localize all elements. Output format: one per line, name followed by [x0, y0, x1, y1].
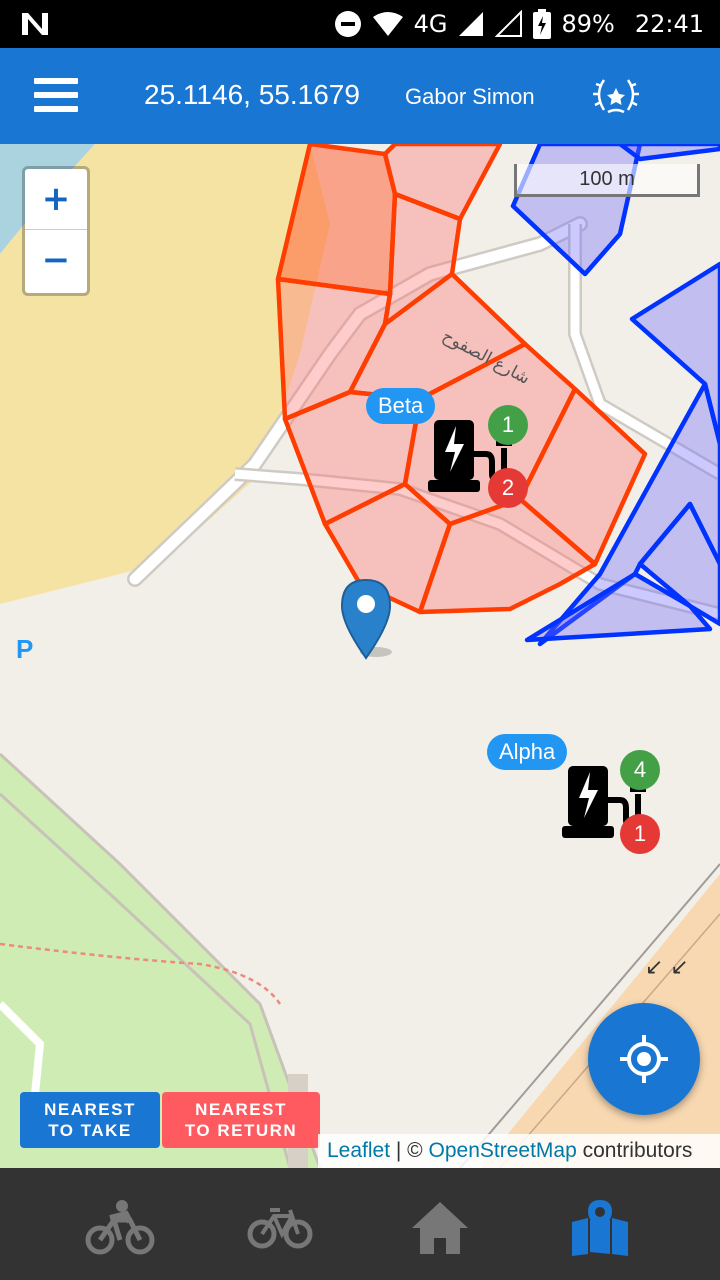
notification-n-icon — [22, 13, 48, 35]
nav-bicycle[interactable] — [240, 1200, 320, 1256]
location-coordinates: 25.1146, 55.1679 — [144, 79, 360, 110]
nav-cyclist[interactable] — [80, 1200, 160, 1256]
nearest-take-line1: NEAREST — [44, 1100, 136, 1119]
location-pin-icon[interactable] — [340, 578, 396, 662]
map-marker-icon — [572, 1200, 628, 1256]
openstreetmap-link[interactable]: OpenStreetMap — [429, 1139, 577, 1162]
nav-map[interactable] — [560, 1200, 640, 1256]
menu-icon-bar — [34, 78, 78, 84]
free-slots-badge: 1 — [620, 814, 660, 854]
nearest-return-line1: NEAREST — [195, 1100, 287, 1119]
cyclist-icon — [85, 1200, 155, 1255]
menu-icon-bar — [34, 92, 78, 98]
nearest-take-line2: TO TAKE — [48, 1121, 132, 1140]
menu-button[interactable] — [34, 78, 78, 114]
network-type: 4G — [413, 10, 448, 38]
status-bar: 4G 89% 22:41 — [0, 0, 720, 48]
signal-icon — [459, 12, 484, 36]
nearest-to-return-button[interactable]: NEAREST TO RETURN — [162, 1092, 320, 1148]
station-label-beta[interactable]: Beta — [366, 388, 436, 424]
available-bikes-badge: 1 — [488, 405, 528, 445]
clock: 22:41 — [634, 10, 704, 38]
home-icon — [412, 1202, 468, 1254]
nearest-return-line2: TO RETURN — [184, 1121, 298, 1140]
crosshair-icon — [620, 1035, 668, 1083]
user-name[interactable]: Gabor Simon — [405, 84, 535, 110]
map-scale: 100 m — [514, 164, 700, 197]
bicycle-icon — [247, 1208, 313, 1249]
battery-level: 89% — [561, 10, 615, 38]
zoom-control: + − — [22, 166, 90, 296]
wifi-icon — [372, 12, 403, 36]
attribution-suffix: contributors — [576, 1139, 693, 1162]
nav-home[interactable] — [400, 1200, 480, 1256]
station-label-alpha[interactable]: Alpha — [487, 734, 568, 770]
available-bikes-badge: 4 — [620, 750, 660, 790]
leaflet-link[interactable]: Leaflet — [327, 1139, 390, 1162]
map-attribution: Leaflet | © OpenStreetMap contributors — [318, 1134, 720, 1168]
menu-icon-bar — [34, 106, 78, 112]
zoom-in-button[interactable]: + — [25, 169, 87, 230]
battery-icon — [533, 9, 552, 39]
map-view[interactable]: ↙ ↙ شارع الصفوح + − 100 m Beta 1 2 Alpha… — [0, 144, 720, 1168]
zoom-out-button[interactable]: − — [25, 230, 87, 290]
bottom-navigation — [0, 1168, 720, 1280]
nearest-to-take-button[interactable]: NEAREST TO TAKE — [20, 1092, 160, 1148]
free-slots-badge: 2 — [488, 468, 528, 508]
app-bar: 25.1146, 55.1679 Gabor Simon — [0, 48, 720, 144]
signal-empty-icon — [495, 10, 523, 37]
laurel-badge-icon[interactable] — [590, 74, 642, 118]
locate-me-button[interactable] — [588, 1003, 700, 1115]
svg-text:↙ ↙: ↙ ↙ — [645, 955, 689, 980]
attribution-separator: | © — [390, 1139, 429, 1162]
parking-label: P — [16, 634, 34, 664]
do-not-disturb-icon — [334, 11, 361, 37]
